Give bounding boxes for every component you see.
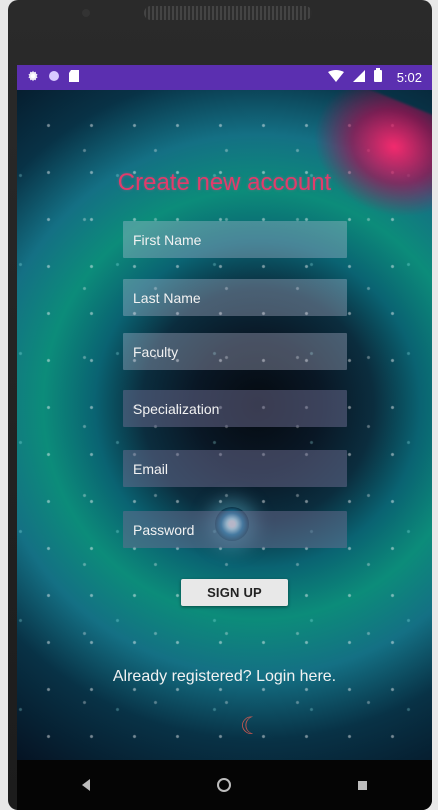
email-field[interactable]	[123, 450, 347, 487]
android-device: 5:02 Create new account SIGN UP Already …	[8, 0, 432, 810]
recent-apps-icon	[358, 780, 368, 790]
first-name-field[interactable]	[123, 221, 347, 258]
moon-decoration: ☾	[240, 713, 262, 740]
login-link[interactable]: Already registered? Login here.	[17, 668, 432, 686]
password-field[interactable]	[123, 511, 347, 548]
page-title: Create new account	[117, 169, 332, 196]
front-camera	[82, 9, 90, 17]
sd-card-icon	[69, 69, 79, 87]
android-navigation-bar	[17, 760, 432, 810]
status-bar: 5:02	[17, 65, 432, 90]
back-icon	[82, 779, 91, 791]
last-name-field[interactable]	[123, 279, 347, 316]
status-time: 5:02	[396, 70, 422, 85]
gear-icon	[27, 69, 39, 87]
home-icon	[217, 778, 232, 792]
circle-icon	[48, 69, 60, 87]
status-left-icons	[27, 69, 79, 87]
specialization-field[interactable]	[123, 390, 347, 427]
recent-apps-button[interactable]	[343, 765, 383, 805]
faculty-field[interactable]	[123, 333, 347, 370]
signal-icon	[352, 69, 365, 87]
speaker-grille	[144, 6, 312, 20]
home-button[interactable]	[204, 765, 244, 805]
wifi-icon	[327, 69, 344, 87]
signup-button[interactable]: SIGN UP	[181, 579, 288, 606]
status-right-icons: 5:02	[327, 68, 422, 87]
battery-icon	[373, 68, 382, 87]
signup-screen: Create new account SIGN UP Already regis…	[17, 90, 432, 760]
back-button[interactable]	[66, 765, 106, 805]
